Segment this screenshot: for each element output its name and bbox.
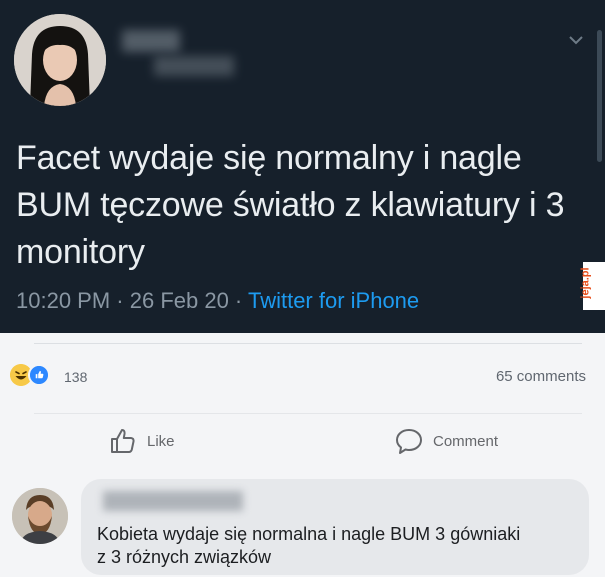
commenter-avatar[interactable]	[12, 488, 68, 544]
tweet-time: 10:20 PM	[16, 288, 111, 313]
comment-text: Kobieta wydaje się normalna i nagle BUM …	[97, 524, 521, 567]
commenter-name-redacted	[103, 491, 243, 511]
comment-bubble: Kobieta wydaje się normalna i nagle BUM …	[81, 479, 589, 575]
speech-bubble-icon	[396, 429, 422, 454]
comments-count-link[interactable]: 65 comments	[496, 368, 586, 385]
tweet-date: 26 Feb 20	[129, 288, 229, 313]
tweet-text: Facet wydaje się normalny i nagle BUM tę…	[16, 139, 565, 271]
tweet-author-name-redacted	[122, 30, 180, 52]
reaction-count: 138	[64, 369, 88, 385]
like-label: Like	[147, 432, 175, 450]
like-button[interactable]: Like	[108, 426, 175, 456]
comment-button[interactable]: Comment	[394, 426, 498, 456]
watermark-logo: jeja.pl	[579, 262, 605, 310]
tweet-meta-separator: ·	[110, 288, 130, 313]
tweet-meta: 10:20 PM · 26 Feb 20 · Twitter for iPhon…	[16, 288, 419, 314]
comment-label: Comment	[433, 432, 499, 450]
chevron-down-icon[interactable]	[566, 30, 586, 50]
scrollbar[interactable]	[597, 30, 602, 162]
tweet-author-handle-redacted	[154, 56, 234, 76]
thumbs-up-icon	[111, 429, 135, 453]
facebook-post-footer: 138 65 comments Like Comment Kobieta wyd…	[0, 333, 605, 577]
divider	[34, 413, 582, 414]
watermark-text: jeja.pl	[579, 267, 592, 299]
like-reaction-icon	[28, 364, 50, 386]
tweet-avatar[interactable]	[14, 14, 106, 106]
divider	[34, 343, 582, 344]
tweet-meta-separator: ·	[228, 288, 248, 313]
tweet-card: Facet wydaje się normalny i nagle BUM tę…	[0, 0, 605, 333]
tweet-source-link[interactable]: Twitter for iPhone	[248, 288, 419, 313]
